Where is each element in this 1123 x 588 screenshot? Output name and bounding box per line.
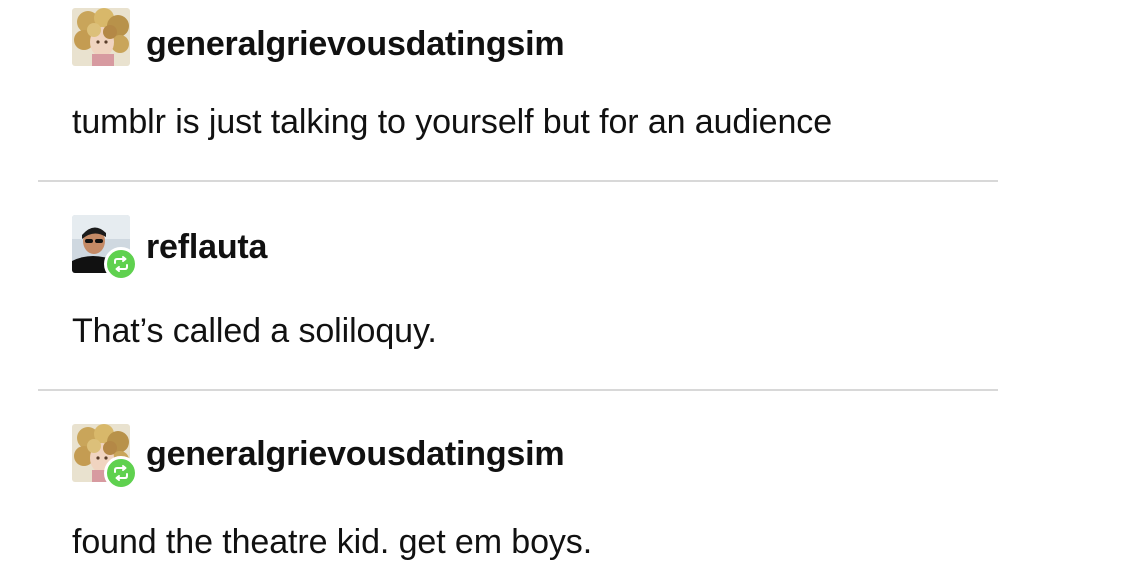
reblog-icon: [114, 465, 128, 481]
post-body-text: That’s called a soliloquy.: [72, 312, 437, 350]
thread-post: generalgrievousdatingsim found the theat…: [72, 424, 998, 562]
post-header: generalgrievousdatingsim: [72, 424, 998, 490]
post-divider: [38, 180, 998, 182]
curly-hair-avatar-icon: [72, 8, 130, 66]
post-header: generalgrievousdatingsim: [72, 8, 998, 72]
thread-post: reflauta That’s called a soliloquy.: [72, 215, 998, 351]
post-username[interactable]: generalgrievousdatingsim: [146, 24, 565, 64]
avatar[interactable]: [72, 424, 138, 490]
post-divider: [38, 389, 998, 391]
reblog-badge: [104, 247, 138, 281]
post-username[interactable]: reflauta: [146, 227, 267, 267]
post-body-text: tumblr is just talking to yourself but f…: [72, 103, 832, 141]
reblog-thread: generalgrievousdatingsim tumblr is just …: [0, 0, 1123, 588]
reblog-icon: [114, 256, 128, 272]
reblog-badge: [104, 456, 138, 490]
post-username[interactable]: generalgrievousdatingsim: [146, 434, 565, 474]
avatar[interactable]: [72, 215, 138, 281]
thread-post: generalgrievousdatingsim tumblr is just …: [72, 8, 998, 142]
avatar[interactable]: [72, 8, 130, 66]
post-body-text: found the theatre kid. get em boys.: [72, 523, 593, 561]
post-header: reflauta: [72, 215, 998, 281]
